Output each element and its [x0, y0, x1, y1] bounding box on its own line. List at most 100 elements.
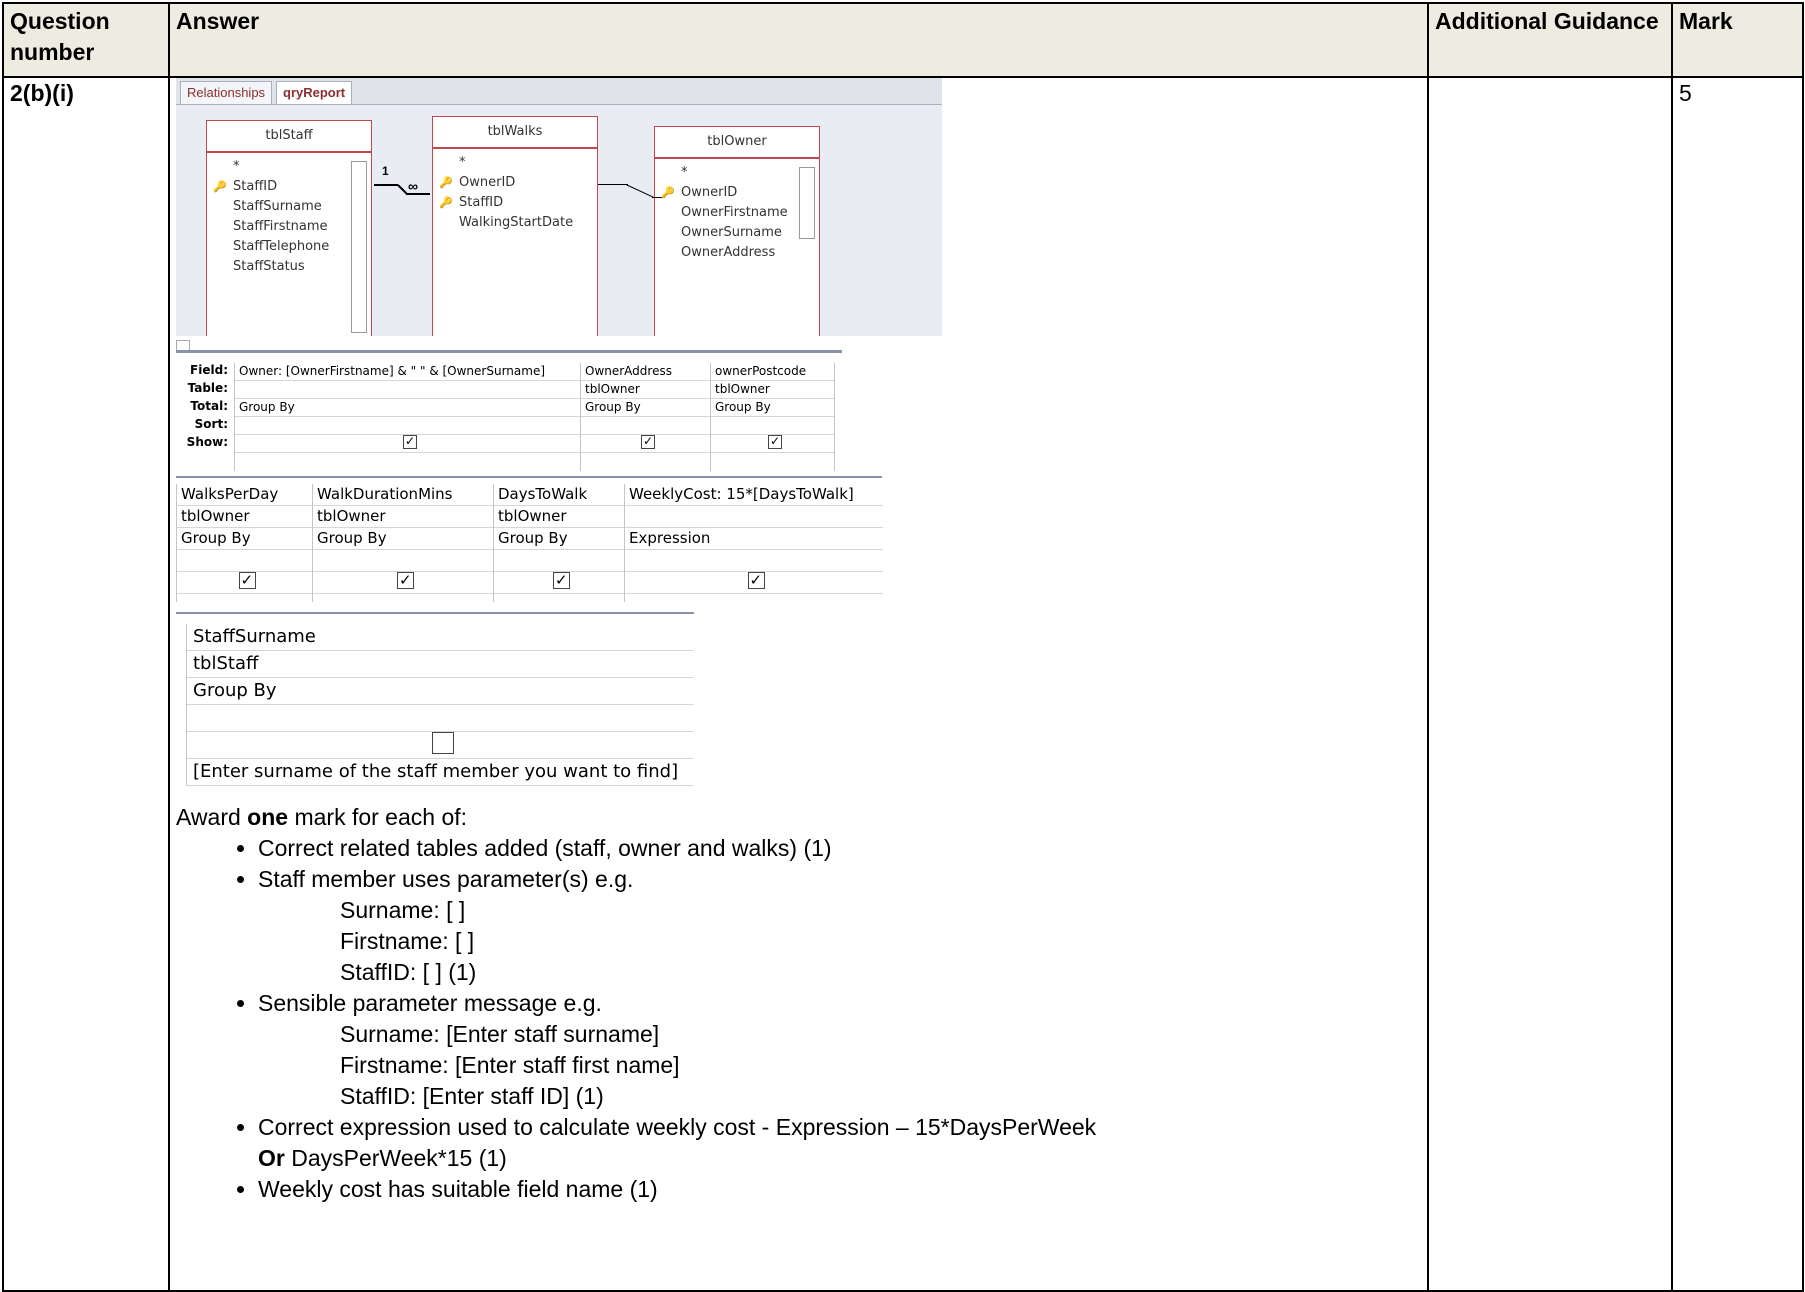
- table-cell[interactable]: tblOwner: [581, 381, 711, 399]
- row-label: Field:: [190, 363, 228, 377]
- show-checkbox[interactable]: [432, 732, 454, 754]
- example-line: Firstname: [ ]: [340, 928, 475, 954]
- field-cell[interactable]: WalkDurationMins: [313, 484, 494, 506]
- table-tblstaff: tblStaff * StaffID StaffSurname StaffFir…: [206, 120, 372, 336]
- field: *: [233, 159, 240, 174]
- header-answer: Answer: [168, 2, 1429, 78]
- tab-relationships[interactable]: Relationships: [180, 81, 273, 104]
- field-cell[interactable]: OwnerAddress: [581, 363, 711, 381]
- row-label: Sort:: [194, 417, 228, 431]
- sort-cell[interactable]: [625, 550, 883, 572]
- field: WalkingStartDate: [459, 215, 574, 230]
- table-cell[interactable]: tblStaff: [187, 651, 693, 678]
- table-title: tblStaff: [207, 121, 371, 153]
- field-cell[interactable]: WalksPerDay: [177, 484, 313, 506]
- example-line: StaffID: [ ] (1): [340, 959, 477, 985]
- criteria-list: Correct related tables added (staff, own…: [176, 833, 1246, 895]
- table-cell[interactable]: [625, 506, 883, 528]
- tab-strip: Relationships qryReport: [176, 78, 942, 105]
- example-line: StaffID: [Enter staff ID] (1): [340, 1083, 604, 1109]
- list-item: Sensible parameter message e.g.: [258, 988, 1246, 1019]
- table-tblowner: tblOwner * OwnerID OwnerFirstname OwnerS…: [654, 126, 820, 336]
- show-cell[interactable]: [313, 570, 494, 594]
- total-cell[interactable]: Group By: [313, 528, 494, 550]
- grid-column: OwnerAddress tblOwner Group By: [580, 363, 711, 471]
- field-cell[interactable]: DaysToWalk: [494, 484, 625, 506]
- relationship-line: [652, 197, 662, 198]
- scrollbar[interactable]: [799, 167, 815, 239]
- field: OwnerFirstname: [681, 205, 788, 220]
- criteria-list: Sensible parameter message e.g.: [176, 988, 1246, 1019]
- total-cell[interactable]: Group By: [187, 678, 693, 705]
- total-cell[interactable]: Group By: [235, 399, 581, 417]
- total-cell[interactable]: Group By: [711, 399, 835, 417]
- table-title: tblOwner: [655, 127, 819, 159]
- list-item: Correct expression used to calculate wee…: [258, 1112, 1246, 1174]
- query-grid-1: Field: Table: Total: Sort: Show: Owner: …: [176, 350, 842, 473]
- show-cell[interactable]: [625, 570, 883, 594]
- show-checkbox[interactable]: [768, 435, 782, 450]
- grid-column: WeeklyCost: 15*[DaysToWalk] Expression: [624, 484, 883, 602]
- field: *: [459, 155, 466, 170]
- show-checkbox[interactable]: [238, 570, 256, 591]
- header-row: Question number Answer Additional Guidan…: [2, 2, 1804, 78]
- grid-column: Owner: [OwnerFirstname] & " " & [OwnerSu…: [234, 363, 581, 471]
- tab-qryreport[interactable]: qryReport: [276, 81, 353, 104]
- sort-cell[interactable]: [711, 417, 835, 435]
- intro-line: Award one mark for each of:: [176, 804, 468, 830]
- grid-column: WalksPerDay tblOwner Group By: [176, 484, 313, 602]
- table-cell[interactable]: tblOwner: [711, 381, 835, 399]
- total-cell[interactable]: Expression: [625, 528, 883, 550]
- total-cell[interactable]: Group By: [581, 399, 711, 417]
- relationship-one: 1: [382, 164, 389, 178]
- field-cell[interactable]: ownerPostcode: [711, 363, 835, 381]
- show-cell[interactable]: [235, 435, 581, 453]
- example-line: Firstname: [Enter staff first name]: [340, 1052, 680, 1078]
- sort-cell[interactable]: [235, 417, 581, 435]
- field-cell[interactable]: StaffSurname: [187, 624, 693, 651]
- show-checkbox[interactable]: [747, 570, 765, 591]
- sort-cell[interactable]: [313, 550, 494, 572]
- sort-cell[interactable]: [494, 550, 625, 572]
- guidance-cell: [1427, 76, 1673, 1292]
- field: StaffID: [207, 177, 371, 197]
- table-cell[interactable]: tblOwner: [494, 506, 625, 528]
- field: OwnerAddress: [681, 245, 776, 260]
- total-cell[interactable]: Group By: [177, 528, 313, 550]
- show-cell[interactable]: [711, 435, 835, 453]
- show-checkbox[interactable]: [403, 435, 417, 450]
- query-grid-2: WalksPerDay tblOwner Group By WalkDurati…: [176, 476, 883, 602]
- relationship-line: [374, 184, 398, 186]
- relationship-line: [625, 184, 654, 198]
- table-cell[interactable]: [235, 381, 581, 399]
- row-label: Table:: [187, 381, 228, 395]
- question-number: 2(b)(i): [2, 76, 170, 1292]
- relationship-many: ∞: [408, 178, 418, 194]
- field: StaffSurname: [233, 199, 322, 214]
- show-cell[interactable]: [187, 732, 693, 759]
- show-checkbox[interactable]: [641, 435, 655, 450]
- field-cell[interactable]: Owner: [OwnerFirstname] & " " & [OwnerSu…: [235, 363, 581, 381]
- sort-cell[interactable]: [581, 417, 711, 435]
- row-label: Show:: [186, 435, 228, 449]
- table-cell[interactable]: tblOwner: [177, 506, 313, 528]
- row-label: Total:: [190, 399, 228, 413]
- show-checkbox[interactable]: [553, 570, 570, 591]
- example-line: Surname: [ ]: [340, 897, 466, 923]
- grid-column: StaffSurname tblStaff Group By [Enter su…: [186, 624, 693, 786]
- show-cell[interactable]: [177, 570, 313, 594]
- show-checkbox[interactable]: [397, 570, 414, 591]
- criteria-cell[interactable]: [Enter surname of the staff member you w…: [187, 759, 693, 786]
- table-title: tblWalks: [433, 117, 597, 149]
- sort-cell[interactable]: [187, 705, 693, 732]
- example-line: Surname: [Enter staff surname]: [340, 1021, 660, 1047]
- mark-scheme-text: Award one mark for each of: Correct rela…: [176, 802, 1246, 1205]
- scrollbar[interactable]: [351, 161, 367, 333]
- field-cell[interactable]: WeeklyCost: 15*[DaysToWalk]: [625, 484, 883, 506]
- show-cell[interactable]: [494, 570, 625, 594]
- table-cell[interactable]: tblOwner: [313, 506, 494, 528]
- show-cell[interactable]: [581, 435, 711, 453]
- sort-cell[interactable]: [177, 550, 313, 572]
- field: StaffStatus: [233, 259, 305, 274]
- total-cell[interactable]: Group By: [494, 528, 625, 550]
